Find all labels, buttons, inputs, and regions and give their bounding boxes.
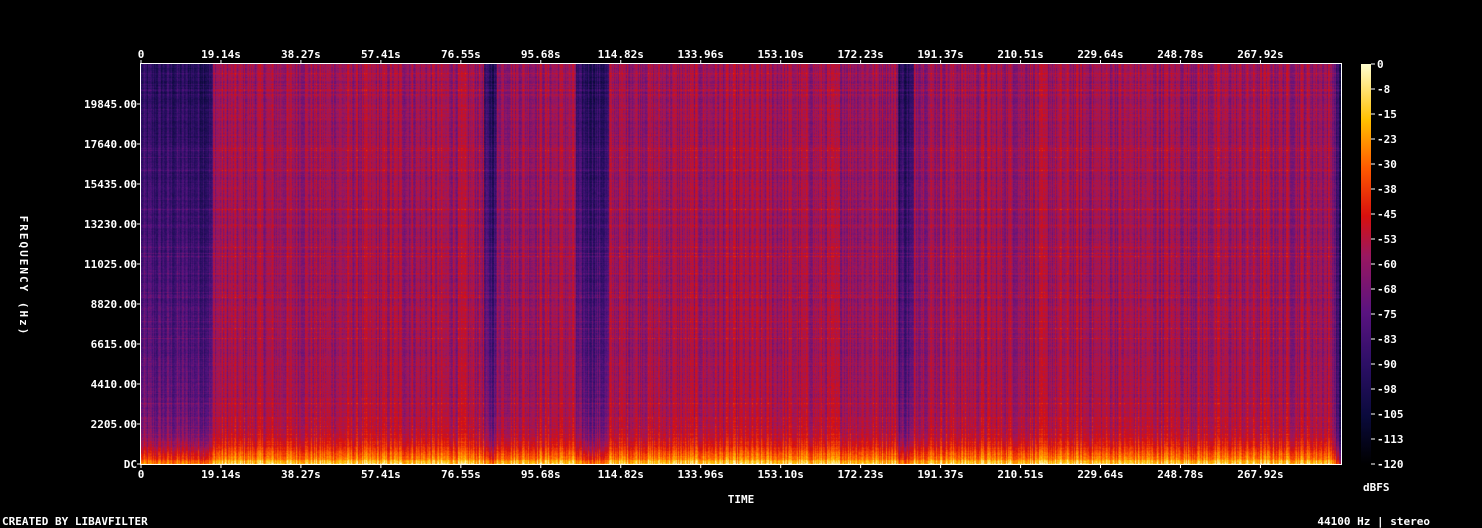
x-tick-label-bottom: 57.41s [361, 468, 401, 481]
y-tick-label: 17640.00 [84, 138, 137, 151]
colorbar-label: dBFS [1363, 481, 1390, 494]
x-tick-label-bottom: 229.64s [1077, 468, 1123, 481]
footer-credit: CREATED BY LIBAVFILTER [2, 515, 148, 528]
colorbar-tick-label: -30 [1377, 158, 1397, 171]
y-tick-label: 8820.00 [91, 298, 137, 311]
x-axis-label: TIME [728, 493, 755, 506]
colorbar-tick-label: -113 [1377, 433, 1404, 446]
colorbar-tick-label: -98 [1377, 383, 1397, 396]
x-tick-label-bottom: 76.55s [441, 468, 481, 481]
x-tick-label-bottom: 0 [138, 468, 145, 481]
x-tick-label-top: 57.41s [361, 48, 401, 61]
y-tick-label: 15435.00 [84, 178, 137, 191]
colorbar-tick-label: -8 [1377, 83, 1390, 96]
x-tick-label-bottom: 172.23s [837, 468, 883, 481]
colorbar-tick-label: -75 [1377, 308, 1397, 321]
x-tick-label-bottom: 38.27s [281, 468, 321, 481]
colorbar-tick-label: -83 [1377, 333, 1397, 346]
x-tick-label-bottom: 114.82s [598, 468, 644, 481]
x-tick-label-top: 114.82s [598, 48, 644, 61]
y-tick-label: 2205.00 [91, 418, 137, 431]
x-tick-label-top: 19.14s [201, 48, 241, 61]
colorbar-tick-label: -90 [1377, 358, 1397, 371]
x-tick-label-bottom: 191.37s [917, 468, 963, 481]
colorbar-tick-label: -60 [1377, 258, 1397, 271]
x-tick-label-top: 153.10s [758, 48, 804, 61]
x-tick-label-bottom: 267.92s [1237, 468, 1283, 481]
colorbar-tick-label: -53 [1377, 233, 1397, 246]
x-tick-label-top: 38.27s [281, 48, 321, 61]
y-tick-label: 6615.00 [91, 338, 137, 351]
y-axis-label: FREQUENCY (Hz) [17, 216, 30, 337]
colorbar-tick-label: -23 [1377, 133, 1397, 146]
x-tick-label-top: 172.23s [837, 48, 883, 61]
colorbar-tick-label: -15 [1377, 108, 1397, 121]
x-tick-label-bottom: 133.96s [678, 468, 724, 481]
spectrogram-chart: 0 19.14s 38.27s 57.41s 76.55s 95.68s 114.82s 13… [2, 48, 1430, 528]
x-tick-label-bottom: 153.10s [758, 468, 804, 481]
colorbar-tick-label: -68 [1377, 283, 1397, 296]
y-tick-label: 11025.00 [84, 258, 137, 271]
footer-format: 44100 Hz | stereo [1317, 515, 1430, 528]
x-tick-label-top: 210.51s [997, 48, 1043, 61]
colorbar-tick-label: 0 [1377, 58, 1384, 71]
y-tick-label: 19845.00 [84, 98, 137, 111]
y-tick-label: 13230.00 [84, 218, 137, 231]
x-tick-label-bottom: 248.78s [1157, 468, 1203, 481]
colorbar-tick-label: -45 [1377, 208, 1397, 221]
colorbar-tick-label: -38 [1377, 183, 1397, 196]
x-tick-label-bottom: 95.68s [521, 468, 561, 481]
x-tick-label-top: 0 [138, 48, 145, 61]
y-tick-label: 4410.00 [91, 378, 137, 391]
y-tick-label: DC [124, 458, 137, 471]
x-tick-label-top: 76.55s [441, 48, 481, 61]
x-tick-label-bottom: 19.14s [201, 468, 241, 481]
x-tick-label-top: 229.64s [1077, 48, 1123, 61]
colorbar-tick-label: -120 [1377, 458, 1404, 471]
x-tick-label-top: 267.92s [1237, 48, 1283, 61]
x-tick-label-top: 191.37s [917, 48, 963, 61]
x-tick-label-top: 95.68s [521, 48, 561, 61]
x-tick-label-bottom: 210.51s [997, 468, 1043, 481]
colorbar-tick-label: -105 [1377, 408, 1404, 421]
x-tick-label-top: 133.96s [678, 48, 724, 61]
spectrogram-heatmap [141, 64, 1341, 464]
x-tick-label-top: 248.78s [1157, 48, 1203, 61]
colorbar [1361, 64, 1371, 464]
